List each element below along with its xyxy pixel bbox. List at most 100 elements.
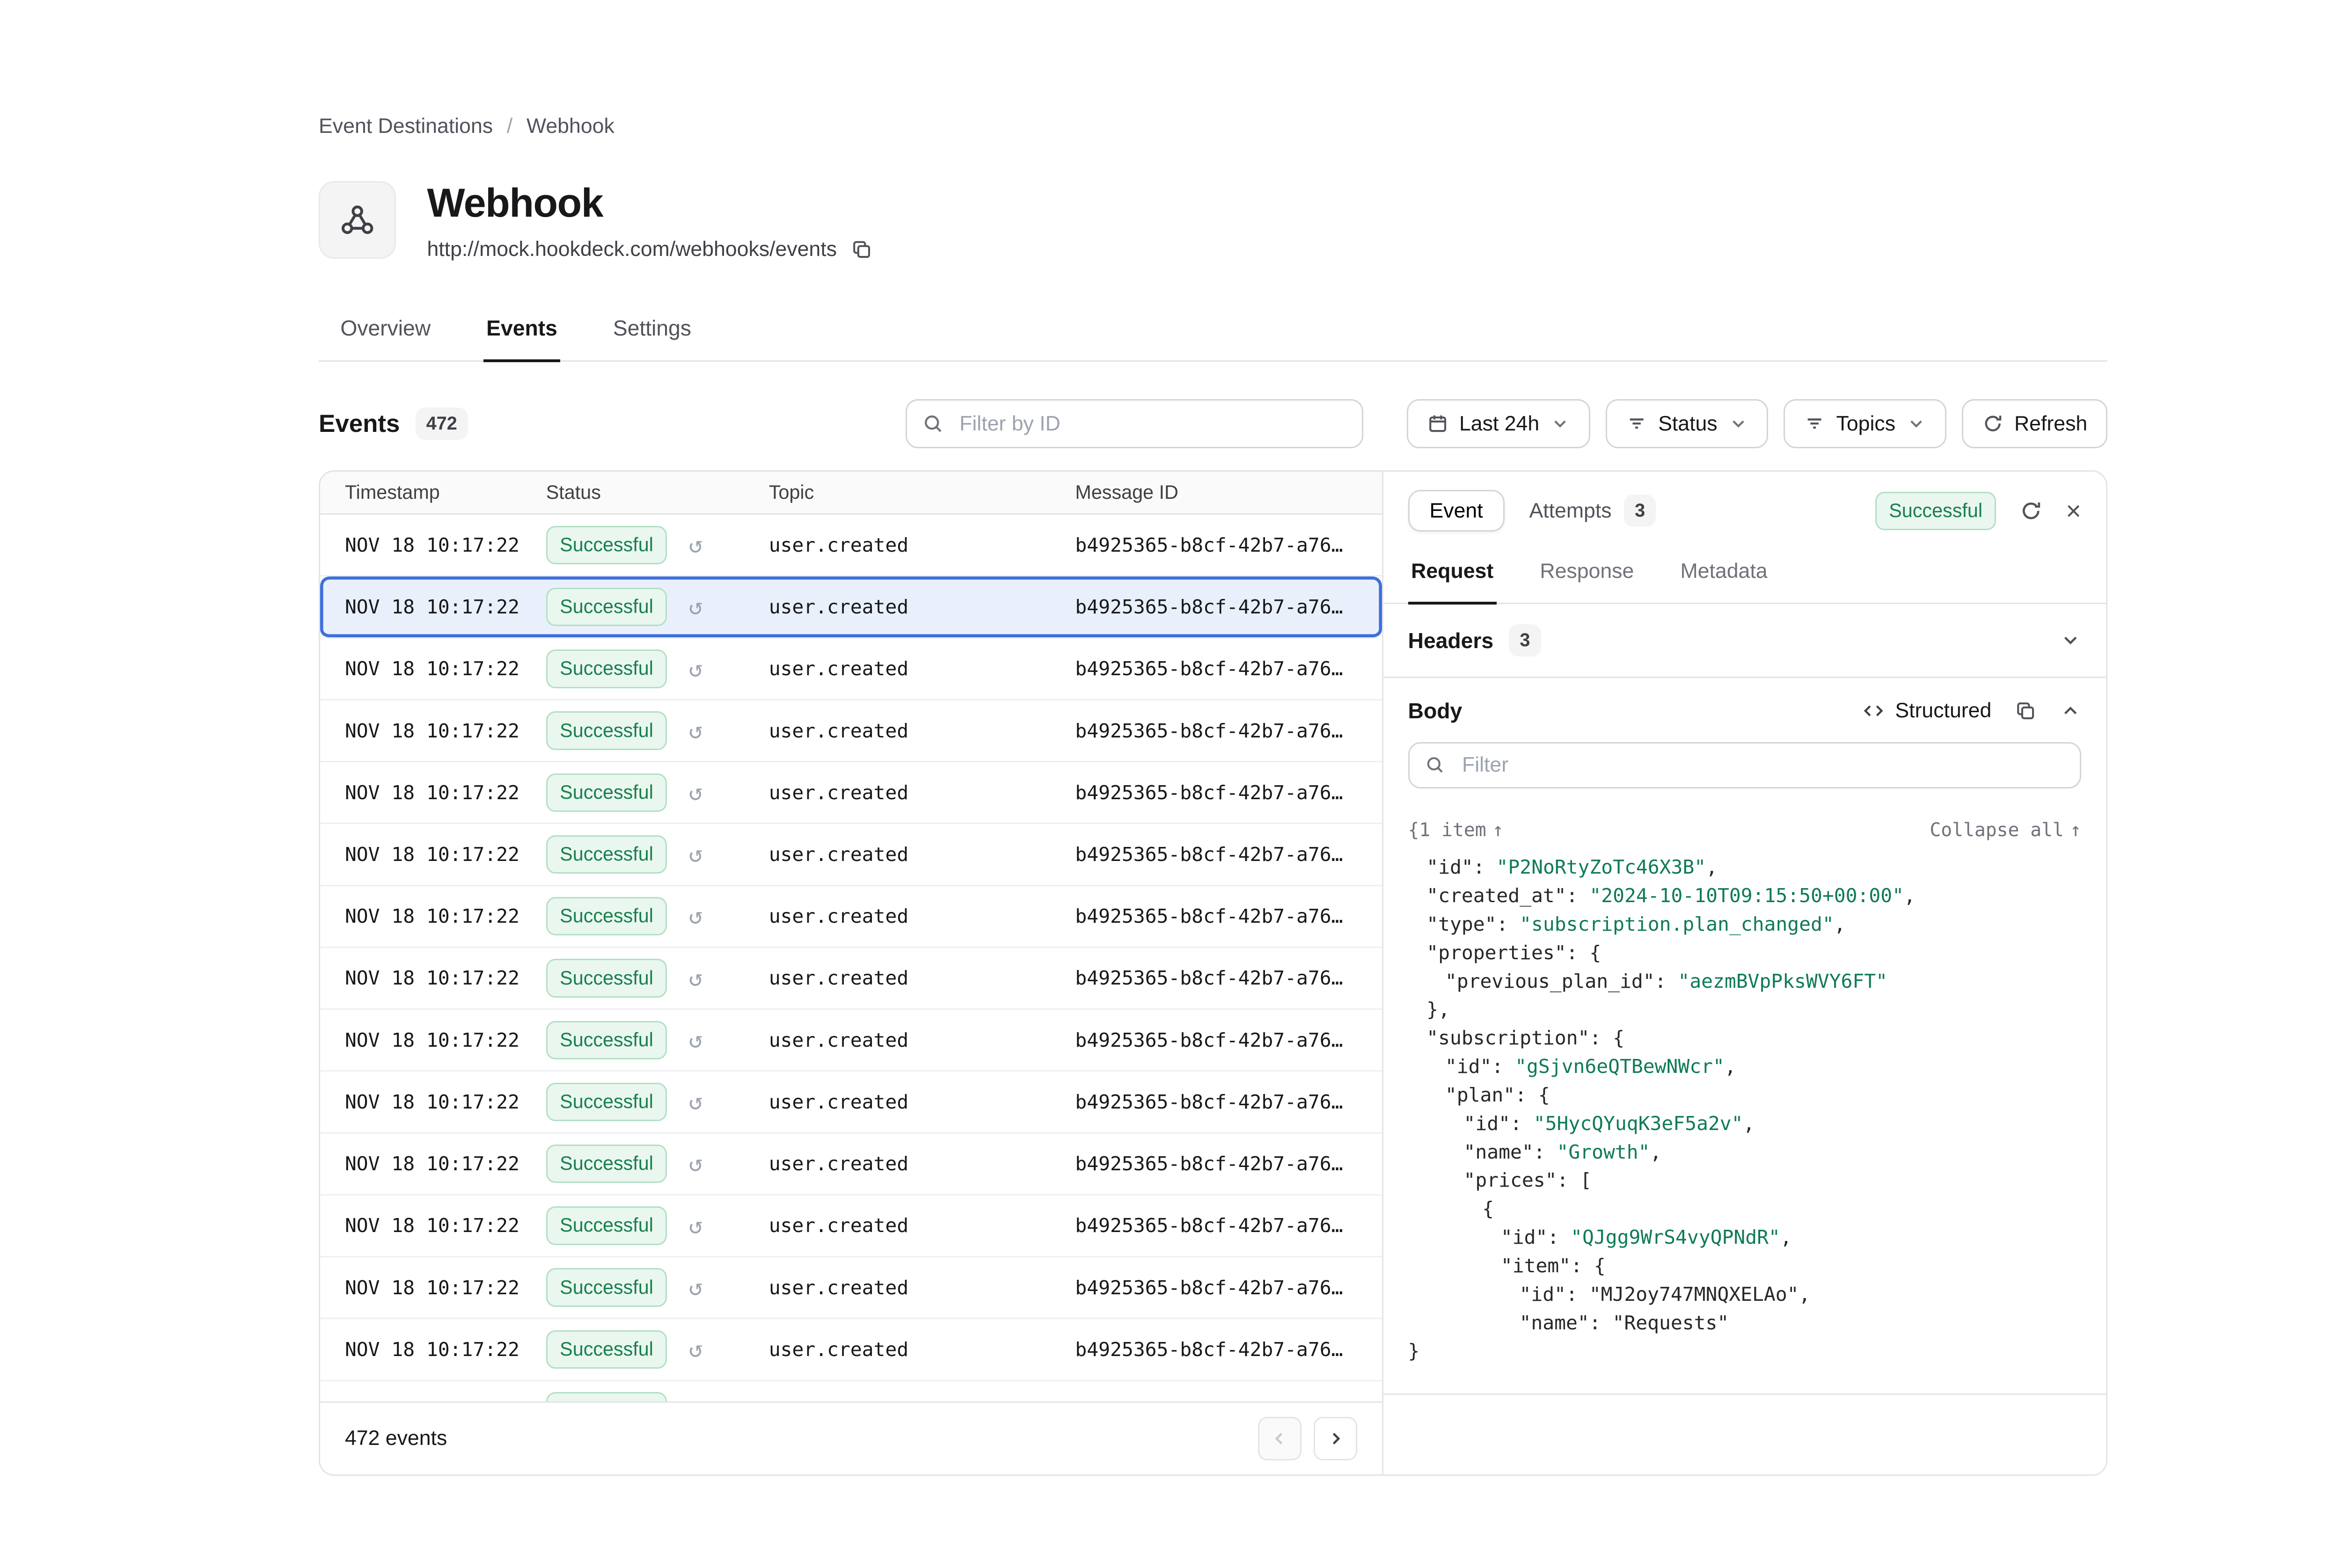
row-topic: user.created [769,843,1075,866]
row-status-badge: Successful [546,1021,667,1059]
row-message-id: b4925365-b8cf-42b7-a76… [1075,843,1382,866]
events-card: Timestamp Status Topic Message ID NOV 18… [319,470,2107,1476]
retry-icon[interactable]: ↺ [689,719,703,743]
table-row[interactable]: NOV 18 10:17:22 Successful ↺ user.create… [320,576,1382,638]
subtab-metadata[interactable]: Metadata [1677,544,1770,603]
refresh-button[interactable]: Refresh [1962,399,2107,449]
table-row[interactable]: NOV 18 10:17:22 Successful ↺ user.create… [320,1381,1382,1402]
topics-filter-button[interactable]: Topics [1784,399,1946,449]
body-filter-input[interactable] [1408,742,2081,788]
copy-url-button[interactable] [851,239,872,260]
row-message-id: b4925365-b8cf-42b7-a76… [1075,1152,1382,1175]
row-message-id: b4925365-b8cf-42b7-a76… [1075,657,1382,680]
table-row[interactable]: NOV 18 10:17:22 Successful ↺ user.create… [320,1196,1382,1257]
chevron-left-icon [1270,1429,1290,1449]
collapse-arrow-icon: ↑ [1492,819,1504,841]
event-tab[interactable]: Event [1408,490,1505,532]
breadcrumb: Event Destinations / Webhook [319,115,2107,138]
code-brackets-icon [1863,700,1884,722]
row-timestamp: NOV 18 10:17:22 [320,1029,546,1051]
page: Event Destinations / Webhook Webhook htt… [0,0,2340,1567]
retry-icon[interactable]: ↺ [689,1276,703,1299]
retry-icon[interactable]: ↺ [689,843,703,866]
table-row[interactable]: NOV 18 10:17:22 Successful ↺ user.create… [320,1010,1382,1072]
subtab-response[interactable]: Response [1537,544,1637,603]
row-topic: user.created [769,1338,1075,1361]
table-row[interactable]: NOV 18 10:17:22 Successful ↺ user.create… [320,1134,1382,1196]
row-status-cell: Successful ↺ [546,526,769,564]
json-line: "properties": { [1408,939,2081,967]
row-message-id: b4925365-b8cf-42b7-a76… [1075,905,1382,927]
json-line: "type": "subscription.plan_changed", [1408,910,2081,939]
tab-events[interactable]: Events [483,301,561,362]
row-status-cell: Successful ↺ [546,711,769,750]
retry-icon[interactable]: ↺ [689,1090,703,1114]
subtab-request[interactable]: Request [1408,544,1497,605]
collapse-all-button[interactable]: Collapse all ↑ [1930,819,2081,841]
headers-section-toggle[interactable]: Headers 3 [1383,604,2106,678]
table-row[interactable]: NOV 18 10:17:22 Successful ↺ user.create… [320,1072,1382,1133]
attempts-tab[interactable]: Attempts 3 [1529,495,1656,527]
detail-panel-top-right: Successful × [1875,492,2081,530]
row-topic: user.created [769,967,1075,989]
row-topic: user.created [769,657,1075,680]
table-row[interactable]: NOV 18 10:17:22 Successful ↺ user.create… [320,948,1382,1010]
events-footer-summary: 472 events [345,1427,447,1450]
copy-icon [2015,700,2036,722]
search-icon [922,413,944,434]
retry-icon[interactable]: ↺ [689,533,703,557]
row-status-cell: Successful ↺ [546,1083,769,1121]
row-message-id: b4925365-b8cf-42b7-a76… [1075,534,1382,556]
table-row[interactable]: NOV 18 10:17:22 Successful ↺ user.create… [320,1319,1382,1381]
row-status-badge: Successful [546,897,667,935]
page-header: Webhook http://mock.hookdeck.com/webhook… [319,181,2107,261]
breadcrumb-parent[interactable]: Event Destinations [319,115,493,138]
retry-icon[interactable]: ↺ [689,781,703,804]
row-topic: user.created [769,1029,1075,1051]
table-row[interactable]: NOV 18 10:17:22 Successful ↺ user.create… [320,824,1382,886]
headers-label: Headers [1408,628,1494,653]
tab-overview[interactable]: Overview [337,301,434,360]
json-line: "id": "5HycQYuqK3eF5a2v", [1408,1109,2081,1138]
tab-settings[interactable]: Settings [610,301,694,360]
status-filter-button[interactable]: Status [1606,399,1768,449]
copy-body-button[interactable] [2015,700,2036,722]
table-row[interactable]: NOV 18 10:17:22 Successful ↺ user.create… [320,762,1382,824]
table-row[interactable]: NOV 18 10:17:22 Successful ↺ user.create… [320,639,1382,700]
retry-icon[interactable]: ↺ [689,967,703,990]
column-topic: Topic [769,481,1075,503]
table-row[interactable]: NOV 18 10:17:22 Successful ↺ user.create… [320,700,1382,762]
pagination [1258,1417,1357,1460]
close-panel-button[interactable]: × [2066,498,2081,524]
filter-by-id-input[interactable] [906,399,1364,449]
table-row[interactable]: NOV 18 10:17:22 Successful ↺ user.create… [320,886,1382,948]
retry-icon[interactable]: ↺ [689,1338,703,1361]
next-page-button[interactable] [1314,1417,1357,1460]
row-message-id: b4925365-b8cf-42b7-a76… [1075,1214,1382,1237]
retry-icon[interactable]: ↺ [689,657,703,681]
row-timestamp: NOV 18 10:17:22 [320,1152,546,1175]
row-status-badge: Successful [546,773,667,812]
prev-page-button[interactable] [1258,1417,1302,1460]
collapse-body-button[interactable] [2060,700,2081,722]
detail-subtabs: Request Response Metadata [1383,544,2106,604]
breadcrumb-current[interactable]: Webhook [526,115,614,138]
filter-icon [1804,413,1825,434]
retry-icon[interactable]: ↺ [689,1028,703,1052]
retry-icon[interactable]: ↺ [689,1152,703,1175]
row-timestamp: NOV 18 10:17:22 [320,534,546,556]
json-items-toggle[interactable]: {1 item ↑ [1408,819,1504,841]
row-status-badge: Successful [546,526,667,564]
table-row[interactable]: NOV 18 10:17:22 Successful ↺ user.create… [320,1257,1382,1319]
retry-icon[interactable]: ↺ [689,595,703,619]
event-status-badge: Successful [1875,492,1996,530]
row-timestamp: NOV 18 10:17:22 [320,596,546,618]
structured-view-toggle[interactable]: Structured [1863,699,1991,722]
retry-icon[interactable]: ↺ [689,1214,703,1238]
body-filter [1383,739,2106,807]
json-line: "previous_plan_id": "aezmBVpPksWVY6FT" [1408,967,2081,996]
retry-icon[interactable]: ↺ [689,904,703,928]
table-row[interactable]: NOV 18 10:17:22 Successful ↺ user.create… [320,515,1382,576]
retry-event-button[interactable] [2019,499,2043,523]
time-range-filter-button[interactable]: Last 24h [1407,399,1590,449]
